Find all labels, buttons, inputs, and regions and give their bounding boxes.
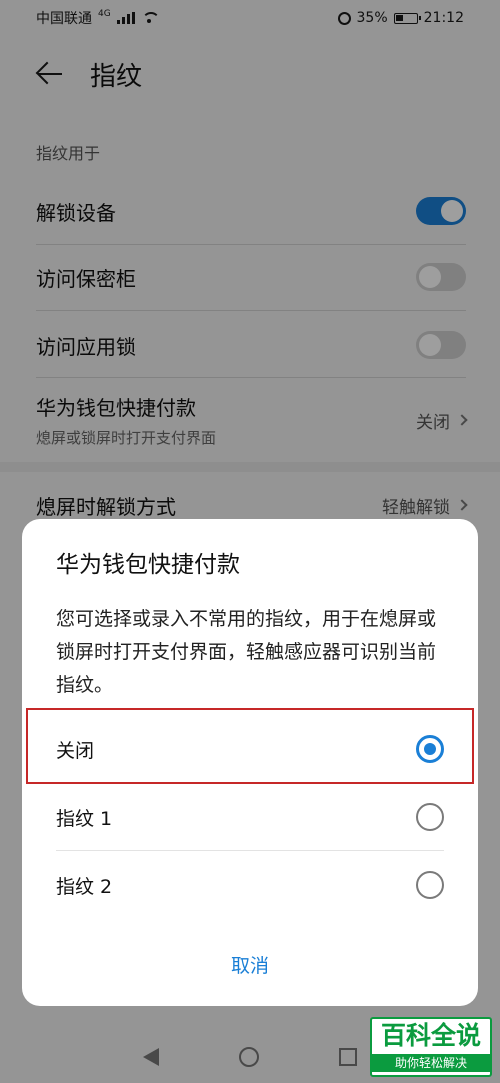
option-fingerprint-2[interactable]: 指纹 2 (22, 852, 478, 918)
option-fingerprint-1[interactable]: 指纹 1 (22, 784, 478, 850)
radio-unchecked-icon[interactable] (416, 871, 444, 899)
option-label: 指纹 2 (56, 875, 113, 898)
option-label: 指纹 1 (56, 807, 113, 830)
watermark-sub: 助你轻松解决 (372, 1054, 490, 1072)
highlight-box (26, 708, 474, 784)
dialog-title: 华为钱包快捷付款 (56, 552, 240, 578)
cancel-button[interactable]: 取消 (22, 951, 478, 978)
dialog-description: 您可选择或录入不常用的指纹，用于在熄屏或锁屏时打开支付界面，轻触感应器可识别当前… (56, 608, 437, 696)
watermark-logo: 百科全说 助你轻松解决 (370, 1017, 492, 1077)
wallet-quick-pay-dialog: 华为钱包快捷付款 您可选择或录入不常用的指纹，用于在熄屏或锁屏时打开支付界面，轻… (22, 519, 478, 1006)
radio-unchecked-icon[interactable] (416, 803, 444, 831)
divider (56, 850, 444, 851)
watermark-main: 百科全说 (380, 1021, 481, 1050)
